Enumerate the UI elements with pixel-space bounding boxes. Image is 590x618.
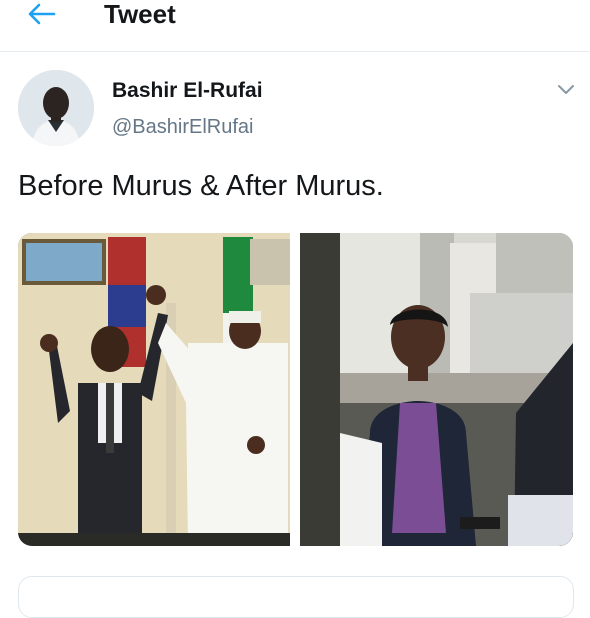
avatar-image: [18, 70, 94, 146]
media-gap: [290, 233, 300, 546]
tweet-text: Before Murus & After Murus.: [18, 170, 384, 202]
photo-after[interactable]: [300, 233, 573, 546]
photo-before[interactable]: [18, 233, 290, 546]
author-name[interactable]: Bashir El-Rufai: [112, 79, 263, 103]
next-card: [18, 576, 574, 618]
chevron-down-icon[interactable]: [556, 83, 576, 97]
top-bar: Tweet: [0, 0, 590, 50]
tweet-media[interactable]: [18, 233, 573, 546]
avatar[interactable]: [18, 70, 94, 146]
arrow-left-icon[interactable]: [24, 2, 58, 26]
header-divider: [0, 51, 590, 52]
author-handle[interactable]: @BashirElRufai: [112, 116, 253, 139]
page-title: Tweet: [104, 0, 176, 29]
